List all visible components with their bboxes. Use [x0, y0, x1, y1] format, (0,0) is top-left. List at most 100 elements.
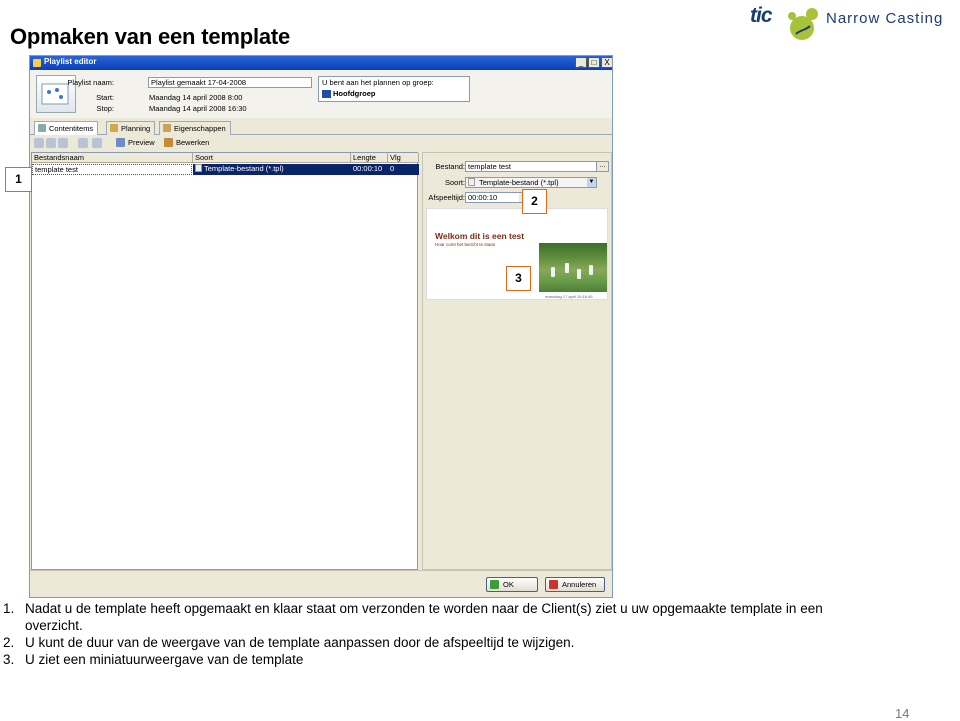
- type-select[interactable]: Template-bestand (*.tpl) ▼: [465, 177, 597, 188]
- note-number: 2.: [3, 635, 15, 650]
- window-app-icon: [33, 59, 41, 67]
- template-file-icon: [468, 178, 475, 186]
- file-value: template test: [468, 162, 511, 171]
- logo-blob-icon: [788, 8, 818, 40]
- planning-group-label: U bent aan het plannen op groep:: [322, 78, 434, 87]
- move-up-icon[interactable]: [78, 138, 88, 148]
- move-down-icon[interactable]: [92, 138, 102, 148]
- file-label: Bestand:: [435, 162, 465, 171]
- cancel-label: Annuleren: [562, 580, 597, 589]
- column-vlg[interactable]: Vlg: [388, 153, 419, 163]
- type-label: Soort:: [444, 178, 465, 187]
- playlist-editor-window: Playlist editor _ □ X Playlist naam: Pla…: [29, 55, 613, 598]
- template-file-icon: [195, 164, 202, 172]
- logo-text: Narrow Casting: [826, 10, 944, 27]
- photo-person: [589, 265, 593, 275]
- start-label: Start:: [96, 93, 114, 102]
- planning-icon: [110, 124, 118, 132]
- stop-value: Maandag 14 april 2008 16:30: [149, 104, 247, 113]
- tab-planning-label: Planning: [121, 124, 151, 133]
- row-length: 00:00:10: [351, 164, 388, 175]
- note-1-continued: overzicht.: [3, 617, 83, 634]
- tab-contentitems-label: Contentitems: [49, 124, 94, 133]
- planning-group-value: Hoofdgroep: [333, 89, 376, 98]
- cancel-button[interactable]: Annuleren: [545, 577, 605, 592]
- photo-person: [551, 267, 555, 277]
- ok-button[interactable]: OK: [486, 577, 538, 592]
- duration-value: 00:00:10: [468, 193, 498, 202]
- duration-field[interactable]: 00:00:10 ⬍: [465, 192, 529, 203]
- duration-label: Afspeeltijd:: [428, 193, 465, 202]
- eigenschappen-icon: [163, 124, 171, 132]
- tab-eigenschappen[interactable]: Eigenschappen: [159, 121, 231, 135]
- ok-label: OK: [503, 580, 514, 589]
- note-number: 3.: [3, 652, 15, 667]
- preview-subtitle: Hoar comt het bericht te staan: [435, 242, 496, 247]
- tab-eigenschappen-label: Eigenschappen: [174, 124, 226, 133]
- details-panel: Bestand: template test ... Soort: Templa…: [422, 152, 612, 570]
- tab-planning[interactable]: Planning: [106, 121, 156, 135]
- preview-button[interactable]: Preview: [116, 138, 155, 147]
- note-1: 1. Nadat u de template heeft opgemaakt en…: [3, 600, 823, 617]
- dialog-footer: OK Annuleren: [30, 570, 612, 597]
- playlist-header: Playlist naam: Playlist gemaakt 17-04-20…: [30, 70, 612, 118]
- row-type-cell: Template-bestand (*.tpl): [193, 164, 351, 175]
- playlist-name-label: Playlist naam:: [67, 78, 114, 87]
- note-3: 3. U ziet een miniatuurweergave van de te…: [3, 651, 303, 668]
- row-name[interactable]: template test: [32, 164, 192, 175]
- logo-mark: tic: [750, 4, 772, 27]
- start-value: Maandag 14 april 2008 8:00: [149, 93, 243, 102]
- preview-icon: [116, 138, 125, 147]
- note-2: 2. U kunt de duur van de weergave van de …: [3, 634, 574, 651]
- maximize-button[interactable]: □: [588, 57, 600, 68]
- tab-contentitems[interactable]: Contentitems: [34, 121, 99, 135]
- column-soort[interactable]: Soort: [193, 153, 351, 163]
- table-row[interactable]: template test Template-bestand (*.tpl) 0…: [32, 164, 419, 175]
- note-number: 1.: [3, 601, 15, 616]
- contentitems-icon: [38, 124, 46, 132]
- row-type: Template-bestand (*.tpl): [204, 164, 284, 173]
- add-item-icon[interactable]: [34, 138, 44, 148]
- edit-icon: [164, 138, 173, 147]
- chevron-down-icon[interactable]: ▼: [587, 178, 596, 187]
- marker-2: 2: [522, 189, 547, 214]
- preview-label: Preview: [128, 138, 155, 147]
- photo-person: [565, 263, 569, 273]
- content-list: Bestandsnaam Soort Lengte Vlg template t…: [31, 152, 419, 570]
- file-field[interactable]: template test ...: [465, 161, 609, 172]
- minimize-button[interactable]: _: [575, 57, 587, 68]
- type-value: Template-bestand (*.tpl): [478, 178, 559, 187]
- close-button[interactable]: X: [601, 57, 612, 68]
- narrow-casting-logo: tic Narrow Casting: [748, 2, 958, 46]
- preview-photo: [539, 243, 607, 292]
- column-bestandsnaam[interactable]: Bestandsnaam: [32, 153, 193, 163]
- slide-title: Opmaken van een template: [10, 24, 291, 49]
- page-number: 14: [895, 706, 910, 721]
- marker-1: 1: [5, 167, 32, 192]
- tab-bar: Contentitems Planning Eigenschappen: [30, 120, 612, 135]
- edit-label: Bewerken: [176, 138, 210, 147]
- note-text: Nadat u de template heeft opgemaakt en k…: [25, 601, 823, 616]
- edit-button[interactable]: Bewerken: [164, 138, 209, 147]
- marker-3: 3: [506, 266, 531, 291]
- note-text: U kunt de duur van de weergave van de te…: [25, 635, 575, 650]
- photo-person: [577, 269, 581, 279]
- cancel-icon: [549, 580, 558, 589]
- stop-label: Stop:: [96, 104, 114, 113]
- playlist-name-field[interactable]: Playlist gemaakt 17-04-2008: [148, 77, 312, 88]
- group-icon: [322, 90, 331, 98]
- delete-item-icon[interactable]: [58, 138, 68, 148]
- window-title: Playlist editor: [44, 57, 97, 66]
- planning-group-box: U bent aan het plannen op groep: Hoofdgr…: [318, 76, 470, 102]
- open-folder-icon[interactable]: [46, 138, 56, 148]
- row-order: 0: [388, 164, 419, 175]
- preview-title: Welkom dit is een test: [435, 231, 525, 241]
- note-text: U ziet een miniatuurweergave van de temp…: [25, 652, 304, 667]
- preview-footer: maandag 17 april 15:16:46: [545, 294, 593, 299]
- browse-button[interactable]: ...: [596, 162, 608, 171]
- content-toolbar: Preview Bewerken: [30, 136, 420, 150]
- column-lengte[interactable]: Lengte: [351, 153, 388, 163]
- window-title-bar[interactable]: Playlist editor _ □ X: [30, 56, 612, 70]
- note-text: overzicht.: [25, 618, 83, 633]
- check-icon: [490, 580, 499, 589]
